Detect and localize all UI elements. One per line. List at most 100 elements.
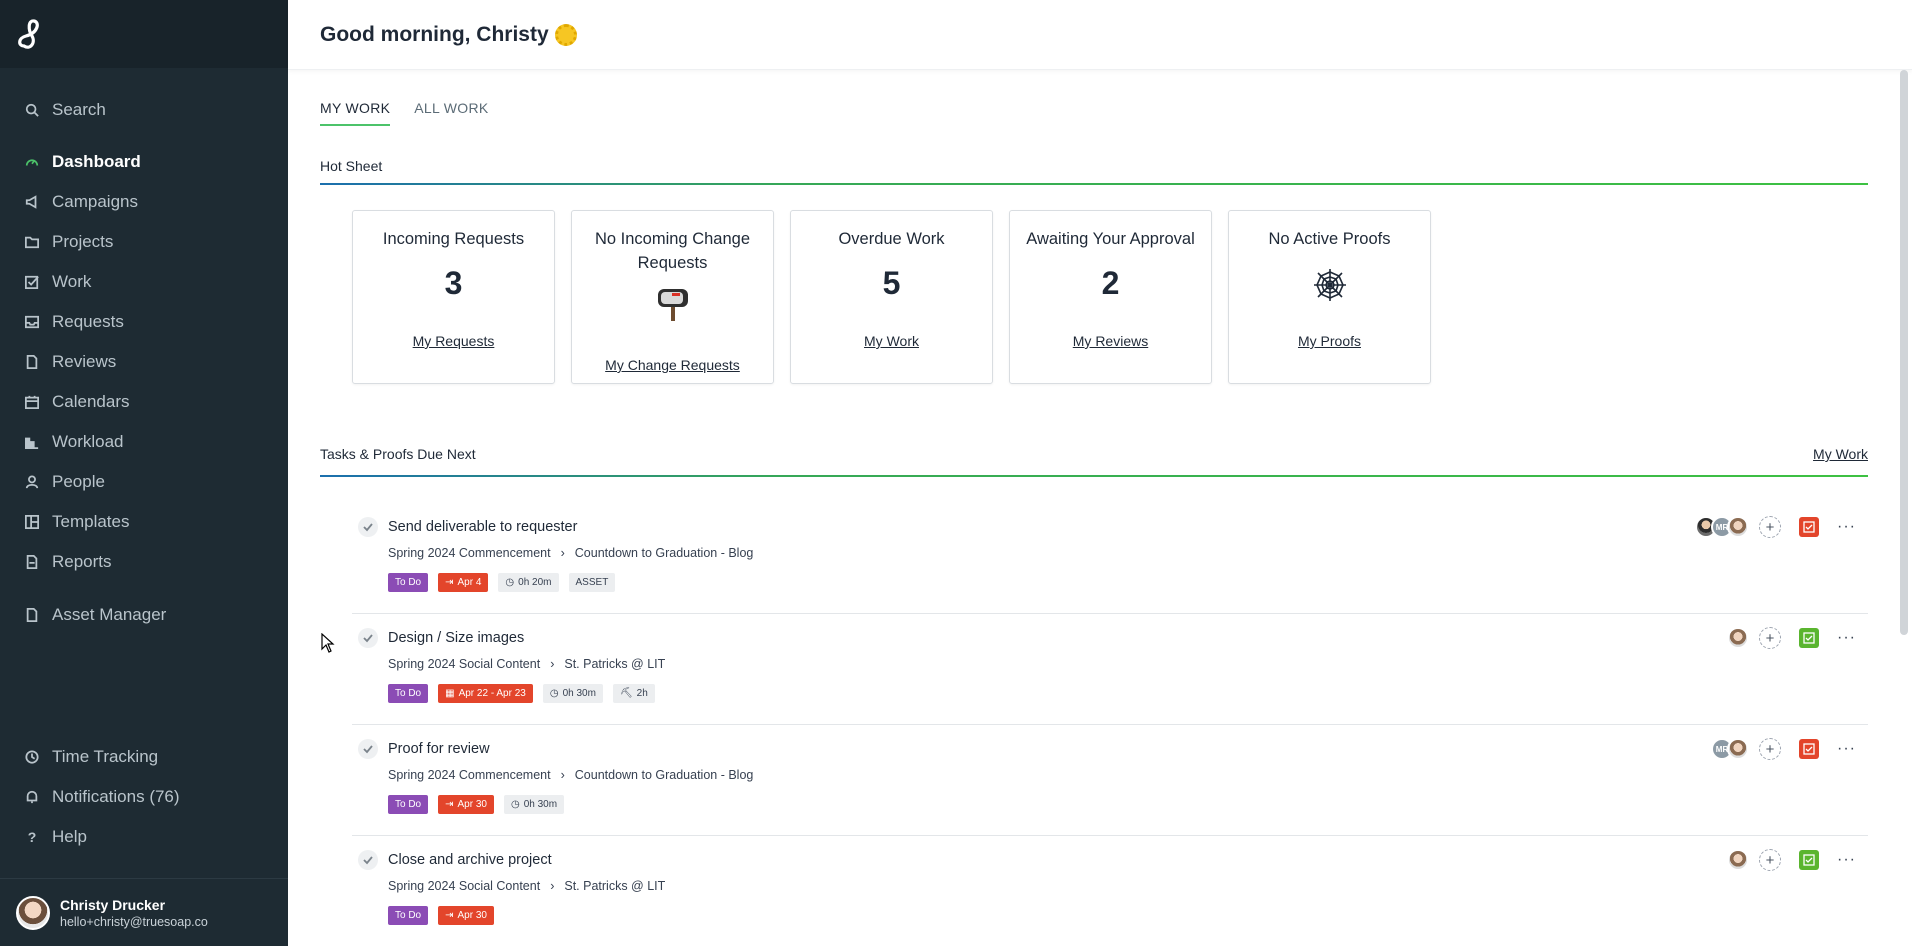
status-badge[interactable]: To Do xyxy=(388,795,429,814)
sidebar-item-notifications[interactable]: Notifications (76) xyxy=(24,787,180,807)
divider xyxy=(320,475,1868,477)
gauge-icon xyxy=(24,154,40,170)
sidebar-item-campaigns[interactable]: Campaigns xyxy=(24,192,138,212)
avatar[interactable] xyxy=(1727,516,1750,538)
due-date-badge[interactable]: ⇥ Apr 30 xyxy=(438,906,494,925)
more-options-icon[interactable]: ··· xyxy=(1837,518,1856,536)
sidebar-item-people[interactable]: People xyxy=(24,472,105,492)
avatar[interactable] xyxy=(1727,738,1750,760)
complete-checkbox[interactable] xyxy=(358,628,378,648)
tab-my-work[interactable]: MY WORK xyxy=(320,100,391,126)
project-link[interactable]: Spring 2024 Social Content xyxy=(388,879,540,893)
task-actions: MR + ··· xyxy=(1695,515,1868,539)
task-title[interactable]: Design / Size images xyxy=(388,630,524,646)
sidebar-item-templates[interactable]: Templates xyxy=(24,512,129,532)
complete-checkbox[interactable] xyxy=(358,517,378,537)
task-status-button[interactable] xyxy=(1799,739,1820,759)
sidebar-item-time-tracking[interactable]: Time Tracking xyxy=(24,747,158,767)
add-assignee-button[interactable]: + xyxy=(1759,849,1782,871)
card-overdue-work: Overdue Work 5 My Work xyxy=(790,210,993,384)
my-proofs-link[interactable]: My Proofs xyxy=(1229,333,1430,349)
task-row[interactable]: Send deliverable to requester Spring 202… xyxy=(352,503,1868,614)
divider xyxy=(320,183,1868,185)
item-link[interactable]: Countdown to Graduation - Blog xyxy=(575,546,754,560)
add-assignee-button[interactable]: + xyxy=(1759,738,1782,760)
sidebar-search-label: Search xyxy=(52,100,106,119)
more-options-icon[interactable]: ··· xyxy=(1837,851,1856,869)
due-date: Apr 22 - Apr 23 xyxy=(458,688,526,699)
sidebar-search[interactable]: Search xyxy=(24,100,106,120)
page-title: Good morning, Christy xyxy=(320,22,549,46)
file-icon xyxy=(24,354,40,370)
tasks-my-work-link[interactable]: My Work xyxy=(1813,446,1868,462)
task-status-button[interactable] xyxy=(1799,517,1820,537)
scrollbar[interactable] xyxy=(1900,70,1908,635)
effort-badge[interactable]: ⛏ 2h xyxy=(612,684,655,703)
task-title[interactable]: Send deliverable to requester xyxy=(388,519,577,535)
due-date-badge[interactable]: ▦ Apr 22 - Apr 23 xyxy=(438,684,533,703)
time-badge[interactable]: ◷ 0h 20m xyxy=(498,573,559,592)
sidebar-item-help[interactable]: ? Help xyxy=(24,827,87,847)
asset-badge[interactable]: ASSET xyxy=(568,573,616,592)
time-badge[interactable]: ◷ 0h 30m xyxy=(503,795,565,814)
complete-checkbox[interactable] xyxy=(358,739,378,759)
due-date-badge[interactable]: ⇥ Apr 4 xyxy=(438,573,489,592)
task-title[interactable]: Close and archive project xyxy=(388,852,552,868)
sidebar-item-projects[interactable]: Projects xyxy=(24,232,113,252)
status-badge[interactable]: To Do xyxy=(388,684,429,703)
brand-logo-icon[interactable] xyxy=(16,16,48,52)
my-change-requests-link[interactable]: My Change Requests xyxy=(572,357,773,373)
complete-checkbox[interactable] xyxy=(358,850,378,870)
task-status-button[interactable] xyxy=(1799,628,1820,648)
time-estimate: 0h 30m xyxy=(523,799,558,810)
my-requests-link[interactable]: My Requests xyxy=(353,333,554,349)
project-link[interactable]: Spring 2024 Commencement xyxy=(388,546,551,560)
card-title: No Incoming Change Requests xyxy=(594,230,750,272)
more-options-icon[interactable]: ··· xyxy=(1837,740,1856,758)
sidebar: Search Dashboard Campaigns Projects Work… xyxy=(0,0,288,946)
sidebar-item-work[interactable]: Work xyxy=(24,272,91,292)
project-link[interactable]: Spring 2024 Social Content xyxy=(388,657,540,671)
chevron-right-icon: › xyxy=(560,546,565,560)
effort-icon: ⛏ xyxy=(619,688,633,699)
hot-sheet-cards: Incoming Requests 3 My Requests No Incom… xyxy=(352,210,1431,384)
time-badge[interactable]: ◷ 0h 30m xyxy=(542,684,603,703)
sidebar-item-workload[interactable]: Workload xyxy=(24,432,124,452)
sidebar-item-label: Campaigns xyxy=(52,192,138,211)
breadcrumb: Spring 2024 Social Content › St. Patrick… xyxy=(388,657,665,671)
card-title: Overdue Work xyxy=(838,230,945,248)
item-link[interactable]: St. Patricks @ LIT xyxy=(564,657,665,671)
avatar[interactable] xyxy=(1727,849,1750,871)
due-icon: ⇥ xyxy=(445,799,454,810)
task-row[interactable]: Close and archive project Spring 2024 So… xyxy=(352,836,1868,946)
status-badge[interactable]: To Do xyxy=(388,573,429,592)
avatar[interactable] xyxy=(1727,627,1750,649)
sidebar-item-reviews[interactable]: Reviews xyxy=(24,352,116,372)
item-link[interactable]: St. Patricks @ LIT xyxy=(564,879,665,893)
sidebar-item-label: Time Tracking xyxy=(52,747,159,766)
sidebar-item-asset-manager[interactable]: Asset Manager xyxy=(24,605,166,625)
tab-all-work[interactable]: ALL WORK xyxy=(414,100,488,126)
my-reviews-link[interactable]: My Reviews xyxy=(1010,333,1211,349)
user-profile[interactable]: Christy Drucker hello+christy@truesoap.c… xyxy=(0,878,288,946)
sidebar-item-requests[interactable]: Requests xyxy=(24,312,124,332)
more-options-icon[interactable]: ··· xyxy=(1837,629,1856,647)
item-link[interactable]: Countdown to Graduation - Blog xyxy=(575,768,754,782)
task-status-button[interactable] xyxy=(1799,850,1820,870)
project-link[interactable]: Spring 2024 Commencement xyxy=(388,768,551,782)
task-row[interactable]: Proof for review Spring 2024 Commencemen… xyxy=(352,725,1868,836)
task-actions: MR + ··· xyxy=(1711,737,1868,761)
sidebar-item-dashboard[interactable]: Dashboard xyxy=(24,152,141,172)
sidebar-item-reports[interactable]: Reports xyxy=(24,552,112,572)
add-assignee-button[interactable]: + xyxy=(1759,516,1782,538)
sidebar-item-calendars[interactable]: Calendars xyxy=(24,392,130,412)
add-assignee-button[interactable]: + xyxy=(1759,627,1782,649)
time-estimate: 0h 20m xyxy=(518,577,552,588)
bar-chart-icon xyxy=(24,434,40,450)
task-row[interactable]: Design / Size images Spring 2024 Social … xyxy=(352,614,1868,725)
due-date-badge[interactable]: ⇥ Apr 30 xyxy=(438,795,494,814)
status-badge[interactable]: To Do xyxy=(388,906,429,925)
task-title[interactable]: Proof for review xyxy=(388,741,490,757)
due-date: Apr 30 xyxy=(457,910,487,921)
my-work-link[interactable]: My Work xyxy=(791,333,992,349)
